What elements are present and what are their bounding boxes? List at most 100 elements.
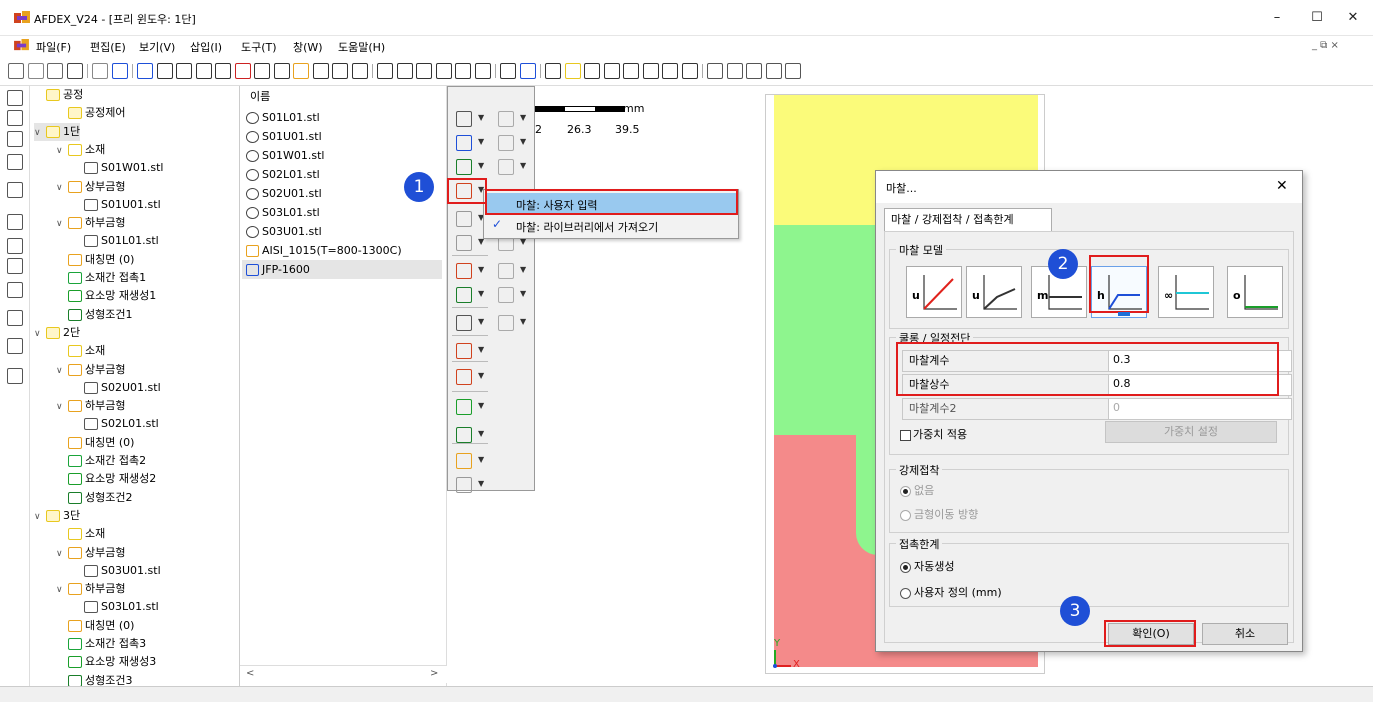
weight-settings-button[interactable]: 가중치 설정 [1105,421,1277,443]
tree-item[interactable]: 소재간 접촉1 [56,269,146,287]
panel-tool-button[interactable]: ▼ [452,261,490,281]
menu-view[interactable]: 보기(V) [139,39,175,55]
toolbar-tool-icon[interactable] [156,63,173,79]
panel-tool-button[interactable]: ▼ [494,261,532,281]
tree-item[interactable]: S01W01.stl [72,159,163,177]
tab-friction[interactable]: 마찰 / 강제접착 / 접촉한계 [884,208,1052,231]
file-list-item[interactable]: S02U01.stl [246,184,322,203]
toolbar-tool-icon[interactable] [234,63,251,79]
dropdown-arrow-icon[interactable]: ▼ [520,317,526,326]
chevron-down-icon[interactable]: ∨ [34,508,46,526]
tree-item[interactable]: ∨ 상부금형 [56,544,125,562]
tree-item[interactable]: 요소망 재생성3 [56,653,156,671]
panel-tool-button[interactable]: ▼ [452,285,490,305]
radio-adhesion-direction[interactable]: 금형이동 방향 [900,506,978,522]
toolbar-tool-icon[interactable] [176,63,192,79]
toolbar-tool-icon[interactable] [351,63,368,79]
dropdown-arrow-icon[interactable]: ▼ [478,161,484,170]
radio-contact-user[interactable]: 사용자 정의 (mm) [900,584,1002,600]
toolbar-tool-icon[interactable] [254,63,270,79]
toolbar-tool-icon[interactable] [455,63,471,79]
friction-model-button[interactable]: ∞ [1158,266,1214,318]
chevron-down-icon[interactable]: ∨ [56,215,68,233]
dropdown-arrow-icon[interactable]: ▼ [478,317,484,326]
mdi-controls[interactable]: _ ⧉ × [1312,40,1339,51]
panel-tool-button[interactable]: ▼ [452,367,490,387]
tree-item[interactable]: 소재간 접촉2 [56,452,146,470]
toolbar-tool-icon[interactable] [681,63,698,79]
maximize-button[interactable]: ☐ [1297,4,1337,32]
dropdown-arrow-icon[interactable]: ▼ [478,479,484,488]
toolbar-tool-icon[interactable] [662,63,678,79]
tree-item[interactable]: 성형조건3 [56,672,132,686]
dialog-close-icon[interactable]: ✕ [1276,178,1288,194]
toolbar-tool-icon[interactable] [8,63,24,79]
side-tool-icon[interactable] [7,154,23,170]
dropdown-arrow-icon[interactable]: ▼ [520,113,526,122]
dropdown-arrow-icon[interactable]: ▼ [478,455,484,464]
tree-item[interactable]: ∨ 2단 [34,324,80,342]
dropdown-arrow-icon[interactable]: ▼ [478,289,484,298]
minimize-button[interactable]: – [1257,4,1297,32]
scroll-left-button[interactable]: < [246,668,254,679]
dropdown-arrow-icon[interactable]: ▼ [520,161,526,170]
tree-item[interactable]: ∨ 상부금형 [56,361,125,379]
toolbar-tool-icon[interactable] [195,63,212,79]
side-tool-icon[interactable] [7,338,23,354]
toolbar-tool-icon[interactable] [707,63,723,79]
toolbar-tool-icon[interactable] [396,63,413,79]
toolbar-tool-icon[interactable] [293,63,309,79]
checkbox-box[interactable] [900,429,911,441]
toolbar-tool-icon[interactable] [603,63,620,79]
panel-tool-button[interactable]: ▼ [452,313,490,333]
tree-item[interactable]: S01U01.stl [72,196,161,214]
tree-item[interactable]: 요소망 재생성1 [56,287,156,305]
toolbar-tool-icon[interactable] [545,63,561,79]
tree-item[interactable]: 공정 [34,86,83,104]
toolbar-tool-icon[interactable] [726,63,743,79]
toolbar-tool-icon[interactable] [564,63,581,79]
file-list-item[interactable]: AISI_1015(T=800-1300C) [246,241,402,260]
chevron-down-icon[interactable]: ∨ [34,325,46,343]
dropdown-arrow-icon[interactable]: ▼ [478,371,484,380]
close-button[interactable]: ✕ [1333,4,1373,32]
dropdown-arrow-icon[interactable]: ▼ [478,265,484,274]
panel-tool-button[interactable]: ▼ [452,157,490,177]
menu-file[interactable]: 파일(F) [36,39,71,55]
dropdown-arrow-icon[interactable]: ▼ [520,289,526,298]
side-tool-icon[interactable] [7,310,23,326]
panel-tool-button[interactable]: ▼ [494,313,532,333]
side-tool-icon[interactable] [7,90,23,106]
tree-item[interactable]: ∨ 하부금형 [56,397,125,415]
tree-item[interactable]: 성형조건1 [56,306,132,324]
chevron-down-icon[interactable]: ∨ [56,362,68,380]
side-tool-icon[interactable] [7,238,23,254]
side-tool-icon[interactable] [7,368,23,384]
panel-tool-button[interactable]: ▼ [494,109,532,129]
file-list-item[interactable]: S01L01.stl [246,108,320,127]
toolbar-tool-icon[interactable] [111,63,128,79]
tree-item[interactable]: 대칭면 (0) [56,617,134,635]
chevron-down-icon[interactable]: ∨ [34,124,46,142]
radio-contact-auto[interactable]: 자동생성 [900,558,954,574]
tree-item[interactable]: S03L01.stl [72,598,159,616]
file-list-item[interactable]: S03L01.stl [246,203,320,222]
toolbar-tool-icon[interactable] [746,63,762,79]
file-list-item[interactable]: S01U01.stl [246,127,322,146]
radio-adhesion-none[interactable]: 없음 [900,482,934,498]
toolbar-tool-icon[interactable] [47,63,63,79]
toolbar-tool-icon[interactable] [642,63,659,79]
panel-tool-button[interactable]: ▼ [494,133,532,153]
menu-edit[interactable]: 편집(E) [90,39,126,55]
file-list-item[interactable]: S01W01.stl [246,146,324,165]
toolbar-tool-icon[interactable] [312,63,329,79]
dropdown-arrow-icon[interactable]: ▼ [520,137,526,146]
side-tool-icon[interactable] [7,282,23,298]
param-value-input[interactable]: 0 [1113,399,1120,419]
dropdown-arrow-icon[interactable]: ▼ [478,401,484,410]
tree-item[interactable]: ∨ 1단 [34,122,81,142]
tree-item[interactable]: ∨ 상부금형 [56,178,125,196]
tree-item[interactable]: 요소망 재생성2 [56,470,156,488]
tree-item[interactable]: 소재간 접촉3 [56,635,146,653]
chevron-down-icon[interactable]: ∨ [56,581,68,599]
